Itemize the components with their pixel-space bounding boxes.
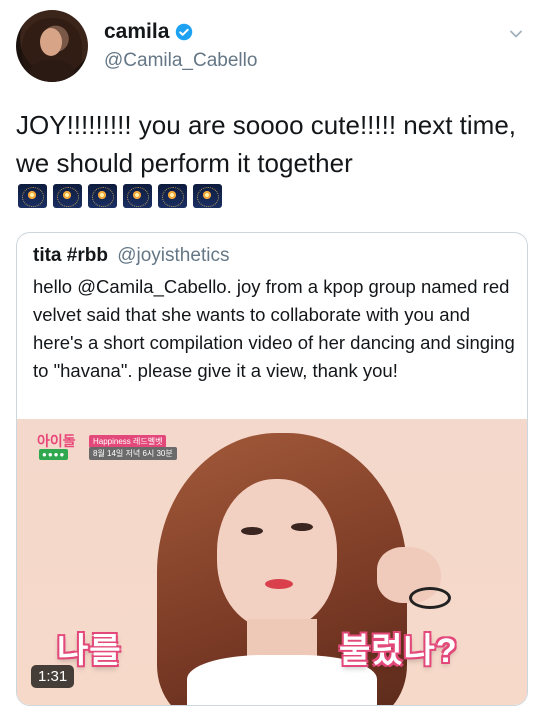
fireworks-emoji-icon — [158, 184, 187, 208]
show-logo-sub: ●●●● — [39, 449, 69, 460]
author-display-row: camila — [104, 20, 257, 44]
author-names[interactable]: camila @Camila_Cabello — [104, 20, 257, 72]
avatar-dress — [30, 60, 74, 82]
quoted-author-row: tita #rbb @joyisthetics — [33, 245, 229, 267]
quoted-text: hello @Camila_Cabello. joy from a kpop g… — [33, 276, 515, 381]
fireworks-emoji-icon — [88, 184, 117, 208]
video-player[interactable]: 아이돌 ●●●● Happiness 레드벨벳 8월 14일 저녁 6시 30분… — [17, 419, 527, 705]
fireworks-emoji-icon — [123, 184, 152, 208]
tweet-text: JOY!!!!!!!!! you are soooo cute!!!!! nex… — [16, 110, 517, 178]
avatar[interactable] — [16, 10, 88, 82]
chevron-down-icon[interactable] — [508, 26, 524, 42]
video-eye-left — [241, 527, 263, 535]
author-handle[interactable]: @Camila_Cabello — [104, 50, 257, 72]
emoji-row — [18, 184, 222, 208]
video-bracelet — [409, 587, 451, 609]
fireworks-emoji-icon — [53, 184, 82, 208]
verified-badge-icon — [176, 23, 193, 41]
video-eye-right — [291, 523, 313, 531]
quoted-display-name[interactable]: tita #rbb — [33, 245, 108, 266]
tweet-header: camila @Camila_Cabello — [16, 10, 526, 86]
quoted-handle[interactable]: @joyisthetics — [117, 245, 229, 266]
video-lips — [265, 579, 293, 589]
fireworks-emoji-icon — [193, 184, 222, 208]
avatar-face — [40, 28, 62, 56]
fireworks-emoji-icon — [18, 184, 47, 208]
video-face — [217, 479, 337, 629]
quoted-tweet[interactable]: tita #rbb @joyisthetics hello @Camila_Ca… — [16, 232, 528, 706]
video-duration-badge: 1:31 — [31, 665, 75, 688]
caption-right: 불렀나? — [339, 632, 458, 670]
show-info-line2: 8월 14일 저녁 6시 30분 — [89, 447, 177, 460]
author-display-name[interactable]: camila — [104, 20, 169, 44]
show-logo: 아이돌 — [37, 433, 76, 449]
